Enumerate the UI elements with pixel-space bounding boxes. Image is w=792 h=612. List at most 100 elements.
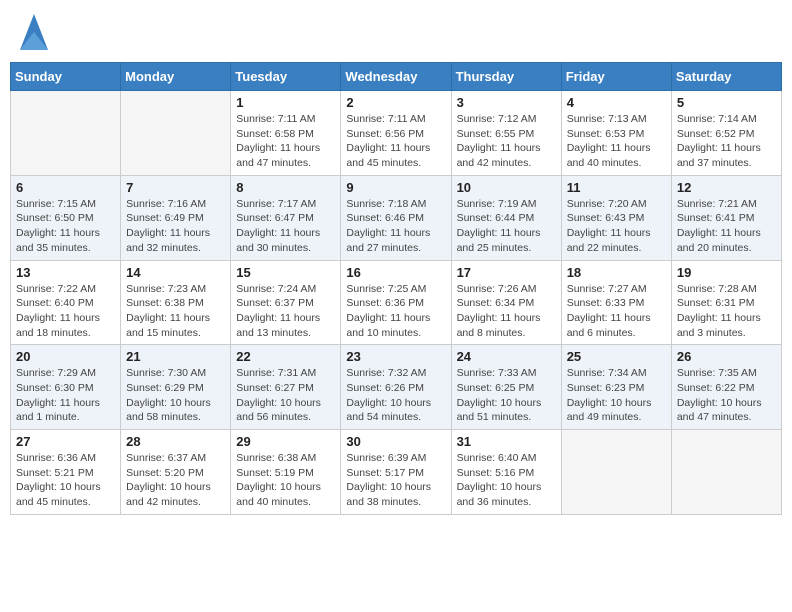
day-detail: Sunrise: 7:32 AMSunset: 6:26 PMDaylight:… [346, 366, 445, 425]
calendar-day-header: Thursday [451, 63, 561, 91]
calendar-header-row: SundayMondayTuesdayWednesdayThursdayFrid… [11, 63, 782, 91]
day-number: 6 [16, 180, 115, 195]
day-number: 27 [16, 434, 115, 449]
calendar-day-cell: 10 Sunrise: 7:19 AMSunset: 6:44 PMDayligh… [451, 175, 561, 260]
calendar-day-cell: 19Sunrise: 7:28 AMSunset: 6:31 PMDayligh… [671, 260, 781, 345]
calendar-day-cell: 3 Sunrise: 7:12 AMSunset: 6:55 PMDaylight… [451, 91, 561, 176]
day-detail: Sunrise: 7:11 AMSunset: 6:56 PMDaylight:… [346, 112, 445, 171]
day-number: 23 [346, 349, 445, 364]
day-detail: Sunrise: 7:33 AMSunset: 6:25 PMDaylight:… [457, 366, 556, 425]
calendar-day-header: Saturday [671, 63, 781, 91]
day-number: 10 [457, 180, 556, 195]
calendar-day-cell: 28 Sunrise: 6:37 AMSunset: 5:20 PMDayligh… [121, 430, 231, 515]
calendar-day-cell: 17 Sunrise: 7:26 AMSunset: 6:34 PMDayligh… [451, 260, 561, 345]
day-number: 3 [457, 95, 556, 110]
day-detail: Sunrise: 7:20 AMSunset: 6:43 PMDaylight:… [567, 197, 666, 256]
calendar-day-header: Sunday [11, 63, 121, 91]
day-number: 29 [236, 434, 335, 449]
calendar-table: SundayMondayTuesdayWednesdayThursdayFrid… [10, 62, 782, 515]
calendar-day-cell: 4Sunrise: 7:13 AMSunset: 6:53 PMDaylight… [561, 91, 671, 176]
calendar-day-cell: 13 Sunrise: 7:22 AMSunset: 6:40 PMDayligh… [11, 260, 121, 345]
calendar-day-cell: 22 Sunrise: 7:31 AMSunset: 6:27 PMDayligh… [231, 345, 341, 430]
calendar-week-row: 13 Sunrise: 7:22 AMSunset: 6:40 PMDayligh… [11, 260, 782, 345]
calendar-day-cell: 30 Sunrise: 6:39 AMSunset: 5:17 PMDayligh… [341, 430, 451, 515]
calendar-day-cell: 29 Sunrise: 6:38 AMSunset: 5:19 PMDayligh… [231, 430, 341, 515]
day-detail: Sunrise: 7:12 AMSunset: 6:55 PMDaylight:… [457, 112, 556, 171]
day-number: 13 [16, 265, 115, 280]
calendar-day-cell: 15Sunrise: 7:24 AMSunset: 6:37 PMDayligh… [231, 260, 341, 345]
calendar-day-cell [121, 91, 231, 176]
calendar-day-cell: 31Sunrise: 6:40 AMSunset: 5:16 PMDayligh… [451, 430, 561, 515]
calendar-day-header: Monday [121, 63, 231, 91]
day-number: 21 [126, 349, 225, 364]
day-detail: Sunrise: 7:19 AMSunset: 6:44 PMDaylight:… [457, 197, 556, 256]
day-number: 25 [567, 349, 666, 364]
calendar-day-cell: 9 Sunrise: 7:18 AMSunset: 6:46 PMDaylight… [341, 175, 451, 260]
day-number: 30 [346, 434, 445, 449]
day-detail: Sunrise: 7:17 AMSunset: 6:47 PMDaylight:… [236, 197, 335, 256]
calendar-day-cell: 14 Sunrise: 7:23 AMSunset: 6:38 PMDayligh… [121, 260, 231, 345]
day-detail: Sunrise: 7:16 AMSunset: 6:49 PMDaylight:… [126, 197, 225, 256]
day-detail: Sunrise: 7:21 AMSunset: 6:41 PMDaylight:… [677, 197, 776, 256]
calendar-day-cell: 24Sunrise: 7:33 AMSunset: 6:25 PMDayligh… [451, 345, 561, 430]
day-detail: Sunrise: 7:30 AMSunset: 6:29 PMDaylight:… [126, 366, 225, 425]
day-number: 12 [677, 180, 776, 195]
day-detail: Sunrise: 6:36 AMSunset: 5:21 PMDaylight:… [16, 451, 115, 510]
day-detail: Sunrise: 7:13 AMSunset: 6:53 PMDaylight:… [567, 112, 666, 171]
calendar-day-cell: 2 Sunrise: 7:11 AMSunset: 6:56 PMDaylight… [341, 91, 451, 176]
day-number: 1 [236, 95, 335, 110]
day-number: 28 [126, 434, 225, 449]
day-detail: Sunrise: 7:18 AMSunset: 6:46 PMDaylight:… [346, 197, 445, 256]
day-number: 5 [677, 95, 776, 110]
calendar-week-row: 6 Sunrise: 7:15 AMSunset: 6:50 PMDaylight… [11, 175, 782, 260]
calendar-day-cell: 1 Sunrise: 7:11 AMSunset: 6:58 PMDaylight… [231, 91, 341, 176]
calendar-day-cell: 23 Sunrise: 7:32 AMSunset: 6:26 PMDayligh… [341, 345, 451, 430]
calendar-day-cell: 8 Sunrise: 7:17 AMSunset: 6:47 PMDaylight… [231, 175, 341, 260]
logo [18, 14, 48, 50]
calendar-day-cell [11, 91, 121, 176]
calendar-day-cell: 18 Sunrise: 7:27 AMSunset: 6:33 PMDayligh… [561, 260, 671, 345]
calendar-day-cell: 11 Sunrise: 7:20 AMSunset: 6:43 PMDayligh… [561, 175, 671, 260]
calendar-day-cell: 7Sunrise: 7:16 AMSunset: 6:49 PMDaylight… [121, 175, 231, 260]
day-detail: Sunrise: 7:23 AMSunset: 6:38 PMDaylight:… [126, 282, 225, 341]
calendar-week-row: 27 Sunrise: 6:36 AMSunset: 5:21 PMDayligh… [11, 430, 782, 515]
day-number: 26 [677, 349, 776, 364]
day-number: 8 [236, 180, 335, 195]
day-detail: Sunrise: 6:38 AMSunset: 5:19 PMDaylight:… [236, 451, 335, 510]
day-detail: Sunrise: 7:22 AMSunset: 6:40 PMDaylight:… [16, 282, 115, 341]
calendar-day-cell: 16Sunrise: 7:25 AMSunset: 6:36 PMDayligh… [341, 260, 451, 345]
calendar-day-cell: 20Sunrise: 7:29 AMSunset: 6:30 PMDayligh… [11, 345, 121, 430]
day-number: 20 [16, 349, 115, 364]
day-detail: Sunrise: 7:26 AMSunset: 6:34 PMDaylight:… [457, 282, 556, 341]
calendar-day-header: Tuesday [231, 63, 341, 91]
logo-icon [20, 14, 48, 50]
day-number: 14 [126, 265, 225, 280]
day-detail: Sunrise: 6:37 AMSunset: 5:20 PMDaylight:… [126, 451, 225, 510]
calendar-day-cell: 26 Sunrise: 7:35 AMSunset: 6:22 PMDayligh… [671, 345, 781, 430]
day-number: 17 [457, 265, 556, 280]
day-detail: Sunrise: 7:11 AMSunset: 6:58 PMDaylight:… [236, 112, 335, 171]
day-detail: Sunrise: 7:34 AMSunset: 6:23 PMDaylight:… [567, 366, 666, 425]
day-number: 15 [236, 265, 335, 280]
calendar-week-row: 20Sunrise: 7:29 AMSunset: 6:30 PMDayligh… [11, 345, 782, 430]
day-detail: Sunrise: 7:27 AMSunset: 6:33 PMDaylight:… [567, 282, 666, 341]
calendar-day-cell: 5 Sunrise: 7:14 AMSunset: 6:52 PMDaylight… [671, 91, 781, 176]
page-header [10, 10, 782, 54]
day-detail: Sunrise: 7:15 AMSunset: 6:50 PMDaylight:… [16, 197, 115, 256]
day-detail: Sunrise: 7:31 AMSunset: 6:27 PMDaylight:… [236, 366, 335, 425]
day-detail: Sunrise: 7:35 AMSunset: 6:22 PMDaylight:… [677, 366, 776, 425]
calendar-day-cell [561, 430, 671, 515]
day-number: 9 [346, 180, 445, 195]
calendar-week-row: 1 Sunrise: 7:11 AMSunset: 6:58 PMDaylight… [11, 91, 782, 176]
day-number: 2 [346, 95, 445, 110]
day-detail: Sunrise: 7:28 AMSunset: 6:31 PMDaylight:… [677, 282, 776, 341]
day-number: 22 [236, 349, 335, 364]
day-detail: Sunrise: 7:14 AMSunset: 6:52 PMDaylight:… [677, 112, 776, 171]
calendar-day-cell: 27 Sunrise: 6:36 AMSunset: 5:21 PMDayligh… [11, 430, 121, 515]
calendar-day-cell: 6 Sunrise: 7:15 AMSunset: 6:50 PMDaylight… [11, 175, 121, 260]
day-number: 16 [346, 265, 445, 280]
calendar-day-header: Wednesday [341, 63, 451, 91]
day-detail: Sunrise: 6:39 AMSunset: 5:17 PMDaylight:… [346, 451, 445, 510]
day-number: 18 [567, 265, 666, 280]
day-number: 11 [567, 180, 666, 195]
